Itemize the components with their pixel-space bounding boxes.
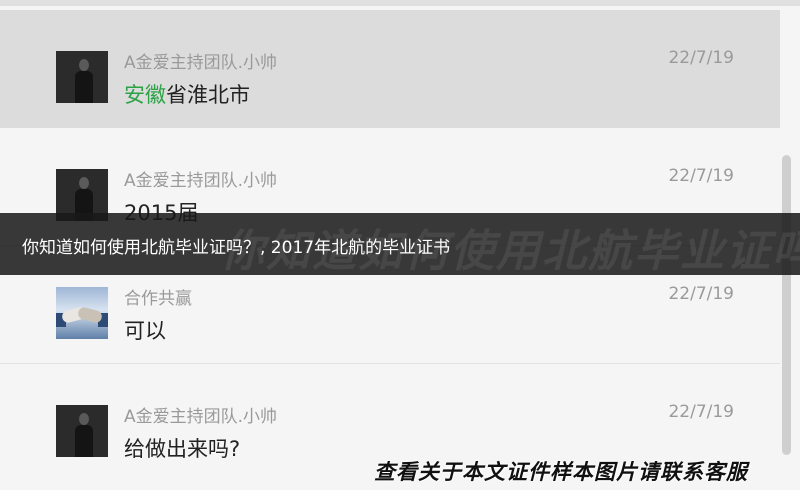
window-top-edge <box>0 0 800 6</box>
scrollbar-thumb[interactable] <box>782 155 791 455</box>
contact-watermark: 查看关于本文证件样本图片请联系客服 <box>374 460 748 484</box>
person-avatar <box>56 405 108 457</box>
list-scrollbar[interactable] <box>780 130 794 470</box>
message-text: 省淮北市 <box>166 83 250 107</box>
chat-sender-name: A金爱主持团队.小帅 <box>124 407 278 427</box>
chat-last-message: 安徽省淮北市 <box>124 79 250 109</box>
handshake-avatar <box>56 287 108 339</box>
chat-sender-name: 合作共赢 <box>124 289 192 309</box>
article-title-banner: 你知道如何使用北航毕业证吗？ 你知道如何使用北航毕业证吗？, 2017年北航的毕… <box>0 213 800 275</box>
handshake-hand-right <box>76 306 104 324</box>
chat-date: 22/7/19 <box>668 284 734 304</box>
avatar-body <box>75 425 93 457</box>
banner-headline: 你知道如何使用北航毕业证吗？, 2017年北航的毕业证书 <box>22 238 451 258</box>
avatar-head <box>79 177 89 189</box>
avatar-head <box>79 59 89 71</box>
chat-sender-name: A金爱主持团队.小帅 <box>124 53 278 73</box>
avatar-body <box>75 71 93 103</box>
chat-date: 22/7/19 <box>668 48 734 68</box>
chat-date: 22/7/19 <box>668 402 734 422</box>
chat-last-message: 可以 <box>124 319 166 343</box>
chat-last-message: 给做出来吗? <box>124 437 241 461</box>
person-avatar <box>56 51 108 103</box>
chat-sender-name: A金爱主持团队.小帅 <box>124 171 278 191</box>
avatar-head <box>79 413 89 425</box>
message-highlight: 安徽 <box>124 83 166 107</box>
chat-list-item[interactable]: A金爱主持团队.小帅 22/7/19 安徽省淮北市 <box>0 10 780 128</box>
chat-date: 22/7/19 <box>668 166 734 186</box>
